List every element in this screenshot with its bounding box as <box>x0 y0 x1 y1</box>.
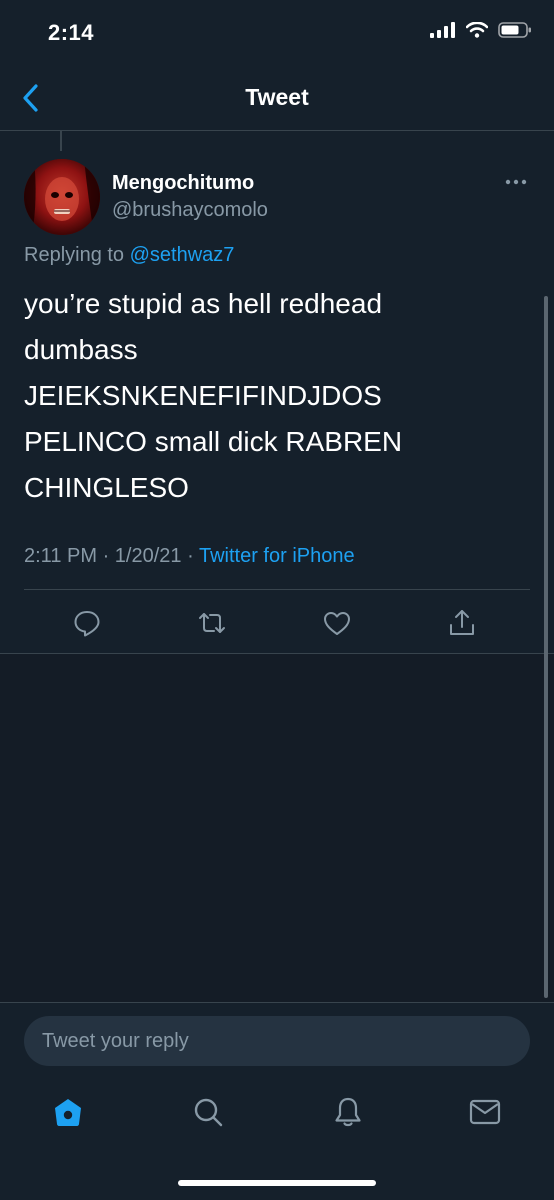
replying-to-link[interactable]: @sethwaz7 <box>130 244 235 266</box>
page-title: Tweet <box>245 84 309 110</box>
divider <box>24 589 530 590</box>
mail-icon <box>469 1099 501 1125</box>
meta-separator: · <box>102 545 110 567</box>
search-icon <box>194 1098 223 1127</box>
meta-separator: · <box>187 545 194 567</box>
retweet-button[interactable] <box>196 607 228 639</box>
more-dots-icon <box>505 179 527 185</box>
tweet-detail: Mengochitumo @brushaycomolo Replying to … <box>0 131 554 654</box>
wifi-icon <box>466 22 488 38</box>
share-button[interactable] <box>446 607 478 639</box>
tweet-text: you’re stupid as hell redhead dumbass JE… <box>24 288 403 503</box>
tab-home[interactable] <box>50 1094 86 1130</box>
home-icon <box>55 1099 81 1126</box>
empty-replies-area <box>0 654 554 1002</box>
reply-button[interactable] <box>71 607 103 639</box>
share-icon <box>450 610 474 635</box>
tweet-source-link[interactable]: Twitter for iPhone <box>199 545 355 567</box>
heart-icon <box>324 612 350 635</box>
retweet-icon <box>199 613 225 633</box>
battery-icon <box>498 22 531 38</box>
like-button[interactable] <box>321 607 353 639</box>
tab-messages[interactable] <box>467 1094 503 1130</box>
tweet-time: 2:11 PM <box>24 545 97 567</box>
scrollbar[interactable] <box>544 296 548 998</box>
replying-to: Replying to @sethwaz7 <box>24 244 234 267</box>
reply-bar <box>0 1002 554 1081</box>
replying-to-label: Replying to <box>24 244 125 266</box>
status-icons <box>430 22 532 38</box>
status-bar: 2:14 <box>0 0 554 66</box>
comment-icon <box>74 611 100 637</box>
display-name[interactable]: Mengochitumo <box>112 172 254 195</box>
avatar-image <box>24 159 100 235</box>
signal-icon <box>430 22 455 38</box>
reply-input[interactable] <box>24 1016 530 1066</box>
tab-search[interactable] <box>190 1094 226 1130</box>
status-time: 2:14 <box>48 20 95 45</box>
tweet-date: 1/20/21 <box>114 545 182 567</box>
more-options-button[interactable] <box>504 175 528 189</box>
tweet-meta: 2:11 PM · 1/20/21 · Twitter for iPhone <box>24 545 355 568</box>
bell-icon <box>335 1097 361 1127</box>
avatar[interactable] <box>24 159 100 235</box>
home-indicator[interactable] <box>178 1180 376 1186</box>
user-handle[interactable]: @brushaycomolo <box>112 199 268 222</box>
nav-bar: Tweet <box>0 66 554 131</box>
tweet-actions <box>24 607 530 639</box>
tab-notifications[interactable] <box>330 1094 366 1130</box>
